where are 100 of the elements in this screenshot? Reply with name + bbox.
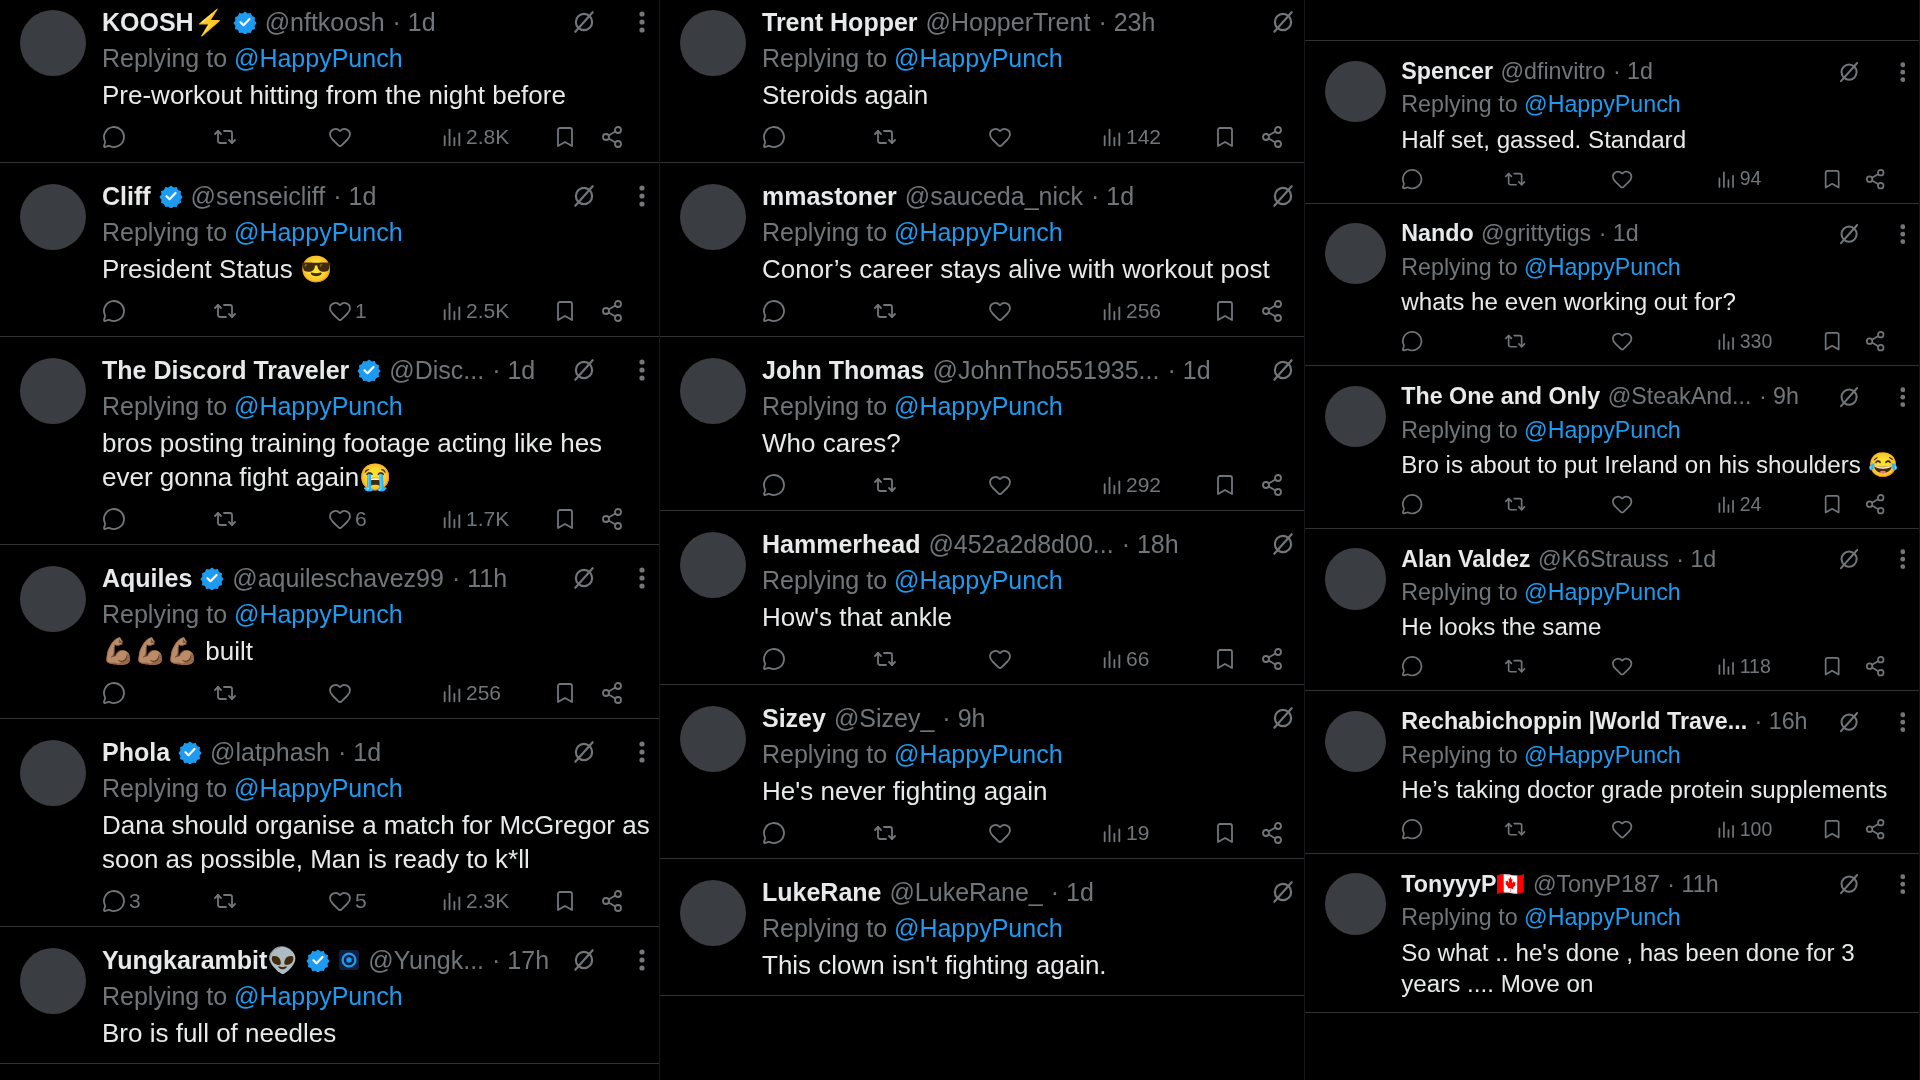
- reply-button[interactable]: [102, 681, 126, 705]
- like-button[interactable]: [328, 681, 352, 705]
- more-options-button[interactable]: [639, 948, 645, 972]
- share-button[interactable]: [1260, 299, 1284, 323]
- more-options-button[interactable]: [1899, 385, 1906, 408]
- views-button[interactable]: 256: [441, 681, 502, 705]
- views-button[interactable]: 2.3K: [441, 889, 510, 913]
- more-options-button[interactable]: [639, 358, 645, 382]
- reply-button[interactable]: [1401, 818, 1424, 841]
- like-button[interactable]: [1611, 818, 1634, 841]
- views-button[interactable]: 118: [1716, 655, 1771, 679]
- share-button[interactable]: [1864, 167, 1887, 191]
- reply-button[interactable]: [102, 507, 126, 531]
- reply-button[interactable]: [102, 299, 126, 323]
- slashed-circle-icon: [571, 739, 597, 765]
- mention-link[interactable]: @HappyPunch: [234, 600, 403, 628]
- more-options-button[interactable]: [1899, 60, 1906, 83]
- like-button[interactable]: 5: [328, 889, 367, 913]
- display-name: Alan Valdez: [1401, 544, 1531, 574]
- reply-button[interactable]: [762, 821, 786, 845]
- mention-link[interactable]: @HappyPunch: [1524, 253, 1681, 280]
- views-button[interactable]: 94: [1716, 167, 1762, 191]
- post-time: · 16h: [1754, 707, 1808, 737]
- mention-link[interactable]: @HappyPunch: [234, 774, 403, 802]
- heart-icon: [328, 681, 352, 705]
- mention-link[interactable]: @HappyPunch: [894, 566, 1063, 594]
- views-button[interactable]: 1.7K: [441, 507, 510, 531]
- mention-link[interactable]: @HappyPunch: [234, 218, 403, 246]
- mention-link[interactable]: @HappyPunch: [894, 392, 1063, 420]
- mention-link[interactable]: @HappyPunch: [1524, 741, 1681, 768]
- views-button[interactable]: 66: [1101, 647, 1150, 671]
- mention-link[interactable]: @HappyPunch: [234, 392, 403, 420]
- like-button[interactable]: [988, 821, 1012, 845]
- reply-button[interactable]: [762, 299, 786, 323]
- user-handle: @Sizey_: [833, 703, 935, 734]
- reply-button[interactable]: [1401, 655, 1424, 678]
- more-options-button[interactable]: [1899, 548, 1906, 571]
- mention-link[interactable]: @HappyPunch: [1524, 904, 1681, 931]
- like-button[interactable]: 6: [328, 507, 367, 531]
- mention-link[interactable]: @HappyPunch: [894, 740, 1063, 768]
- reply-button[interactable]: [1401, 492, 1424, 516]
- reply-button[interactable]: [762, 473, 786, 497]
- speech-bubble-icon: [1401, 655, 1424, 678]
- more-options-button[interactable]: [639, 566, 645, 590]
- more-options-button[interactable]: [1899, 710, 1906, 733]
- reply-button[interactable]: [762, 125, 786, 149]
- share-button[interactable]: [1864, 492, 1887, 516]
- reply-button[interactable]: 3: [102, 889, 141, 913]
- mention-link[interactable]: @HappyPunch: [1524, 91, 1681, 118]
- share-button[interactable]: [1260, 821, 1284, 845]
- share-button[interactable]: [600, 125, 624, 149]
- more-options-button[interactable]: [639, 740, 645, 764]
- views-button[interactable]: 256: [1101, 299, 1162, 323]
- like-button[interactable]: [988, 647, 1012, 671]
- mention-link[interactable]: @HappyPunch: [1524, 579, 1681, 606]
- share-button[interactable]: [600, 299, 624, 323]
- share-button[interactable]: [1864, 655, 1887, 678]
- like-button[interactable]: [328, 125, 352, 149]
- views-button[interactable]: 2.8K: [441, 125, 510, 149]
- share-button[interactable]: [600, 507, 624, 531]
- like-button[interactable]: [988, 125, 1012, 149]
- mention-link[interactable]: @HappyPunch: [234, 982, 403, 1010]
- reply-button[interactable]: [1401, 330, 1424, 353]
- views-button[interactable]: 24: [1716, 492, 1762, 516]
- share-icon: [1864, 655, 1887, 678]
- share-button[interactable]: [1260, 647, 1284, 671]
- mention-link[interactable]: @HappyPunch: [234, 44, 403, 72]
- mention-link[interactable]: @HappyPunch: [894, 218, 1063, 246]
- reply-button[interactable]: [762, 647, 786, 671]
- share-icon: [1864, 492, 1887, 516]
- reply-button[interactable]: [1401, 167, 1424, 191]
- like-button[interactable]: [1611, 330, 1634, 353]
- views-button[interactable]: 2.5K: [441, 299, 510, 323]
- like-button[interactable]: [988, 299, 1012, 323]
- views-button[interactable]: 142: [1101, 125, 1162, 149]
- share-button[interactable]: [600, 681, 624, 705]
- mention-link[interactable]: @HappyPunch: [894, 914, 1063, 942]
- mention-link[interactable]: @HappyPunch: [894, 44, 1063, 72]
- share-button[interactable]: [1864, 818, 1887, 841]
- like-button[interactable]: [988, 473, 1012, 497]
- share-button[interactable]: [1864, 330, 1887, 353]
- views-button[interactable]: 330: [1716, 330, 1773, 353]
- mention-link[interactable]: @HappyPunch: [1524, 416, 1681, 443]
- reply-button[interactable]: [102, 125, 126, 149]
- like-button[interactable]: 1: [328, 299, 367, 323]
- display-name: Yungkarambit👽: [102, 945, 299, 976]
- more-options-button[interactable]: [639, 184, 645, 208]
- more-options-icon: [639, 566, 645, 590]
- more-options-button[interactable]: [1899, 223, 1906, 246]
- views-button[interactable]: 19: [1101, 821, 1150, 845]
- more-options-button[interactable]: [1899, 873, 1906, 896]
- more-options-button[interactable]: [639, 10, 645, 34]
- share-button[interactable]: [1260, 125, 1284, 149]
- like-button[interactable]: [1611, 655, 1634, 678]
- share-button[interactable]: [1260, 473, 1284, 497]
- share-button[interactable]: [600, 889, 624, 913]
- post-time: · 1d: [338, 737, 382, 768]
- display-name: The Discord Traveler: [102, 355, 350, 386]
- views-button[interactable]: 100: [1716, 817, 1773, 841]
- views-button[interactable]: 292: [1101, 473, 1162, 497]
